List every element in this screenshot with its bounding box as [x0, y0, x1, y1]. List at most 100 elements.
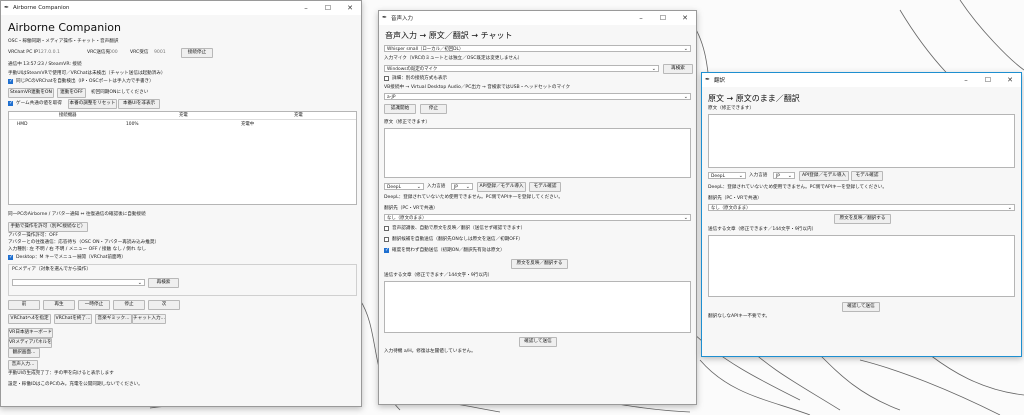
model-check-button[interactable]: モデル確認: [529, 182, 561, 192]
reset-adjust-button[interactable]: 本番の調整をリセット: [68, 99, 117, 109]
table-row[interactable]: HMD 100% 充電中: [9, 121, 356, 128]
media-target-select[interactable]: ⌄: [12, 279, 145, 286]
api-register-button[interactable]: API登録／モデル導入: [477, 182, 526, 192]
maximize-icon[interactable]: ☐: [977, 76, 999, 84]
mic-select[interactable]: Windowsの既定のマイク ⌄: [384, 65, 659, 72]
auto-send-label: 翻訳候補を自動送信（翻訳先ONなしは原文を送信／初期OFF）: [392, 237, 523, 242]
device-table: 接続機器 充電 充電 HMD 100% 充電中: [8, 111, 357, 205]
game-sync-checkbox[interactable]: [8, 100, 13, 106]
voice-heading: 音声入力 → 原文／翻訳 → チャット: [385, 31, 513, 40]
auto-send-checkbox[interactable]: [384, 237, 389, 242]
auto-reflect-checkbox[interactable]: [384, 226, 389, 231]
engine-select[interactable]: Whisper small（ローカル／初回DL） ⌄: [384, 45, 691, 52]
media-refresh-button[interactable]: 再検索: [148, 278, 179, 288]
minimize-icon[interactable]: –: [955, 76, 977, 84]
ip-label: VRChat PC IP: [8, 50, 38, 55]
translate-to-value: なし（原文のまま）: [387, 216, 427, 221]
recv-port-value[interactable]: 9001: [154, 50, 166, 56]
auto-detect-label: 同じPCのVRChatを自動検出（IP・OSCポートは手入力で手書き）: [16, 79, 154, 84]
vr-media-panel-button[interactable]: VRメディアパネルを開く: [8, 338, 52, 348]
translate-send-textarea[interactable]: [708, 235, 1015, 297]
lang-select[interactable]: a-JP ⌄: [384, 93, 691, 100]
maximize-icon[interactable]: ☐: [652, 14, 674, 22]
target-lang-select[interactable]: JP ⌄: [451, 183, 473, 190]
window-title: Airborne Companion: [13, 5, 70, 11]
close-icon[interactable]: ✕: [339, 4, 361, 12]
close-icon[interactable]: ✕: [999, 76, 1021, 84]
maximize-icon[interactable]: ☐: [317, 4, 339, 12]
table-cell: 100%: [126, 122, 139, 127]
table-cell: HMD: [17, 122, 28, 127]
minimize-icon[interactable]: –: [295, 4, 317, 12]
stop-connection-button[interactable]: 接続停止: [181, 48, 213, 58]
translate-original-label: 原文（修正できます）: [708, 106, 754, 111]
chevron-down-icon: ⌄: [738, 173, 743, 179]
confidence-send-checkbox[interactable]: [384, 247, 389, 253]
media-next-button[interactable]: 次: [148, 300, 180, 310]
ip-value[interactable]: 127.0.0.1: [38, 50, 60, 56]
manual-permit-button[interactable]: 手動で操作を許可（別PC接続など）: [8, 222, 88, 232]
footer-note-2: 設定・稼働IDはこのPCのみ。充電を公開同期しないでください。: [8, 382, 143, 387]
translate-window-title: 翻訳: [714, 78, 726, 84]
stop-recognition-button[interactable]: 停止: [420, 104, 447, 114]
music-gimmick-button[interactable]: 音楽ギミック...: [95, 314, 132, 324]
translate-screen-button[interactable]: 翻訳画面...: [8, 348, 40, 358]
chat-input-button[interactable]: チャット入力...: [132, 314, 166, 324]
auto-detect-checkbox[interactable]: [8, 78, 13, 84]
auto-reflect-label: 音声認識後、自動で原文を反映／翻訳（送信せず確認できます）: [392, 226, 526, 231]
translate-deepl-note: DeepL：登録されていないため使用できません。PC側でAPIキーを登録してくだ…: [708, 185, 887, 190]
translate-model-button[interactable]: モデル確認: [851, 171, 883, 181]
chevron-down-icon: ⌄: [137, 280, 142, 286]
app-subtitle: OSC・稼働同期・メディア操作・チャット・音声翻訳: [8, 39, 119, 44]
translate-reflect-button[interactable]: 原文を反映／翻訳する: [834, 214, 891, 224]
table-header: 接続機器 充電 充電: [9, 112, 356, 120]
minimize-icon[interactable]: –: [630, 14, 652, 22]
close-icon[interactable]: ✕: [674, 14, 696, 22]
trans-engine-select[interactable]: DeepL ⌄: [384, 183, 424, 190]
vr-keyboard-button[interactable]: VR日本語キーボードを開く: [8, 328, 53, 338]
engine-select-value: Whisper small（ローカル／初回DL）: [387, 47, 464, 52]
translate-target-select[interactable]: なし（原文のまま） ⌄: [708, 204, 1015, 211]
media-pause-button[interactable]: 一時停止: [78, 300, 110, 310]
feather-icon: ✒: [382, 14, 388, 21]
chevron-down-icon: ⌄: [683, 215, 688, 221]
sync-off-button[interactable]: 連動をOFF: [57, 88, 86, 98]
send-text-label: 送信する文章（修正できます／144文字・9行以内）: [384, 273, 493, 278]
mic-select-value: Windowsの既定のマイク: [387, 67, 438, 72]
mic-refresh-button[interactable]: 再検索: [663, 64, 693, 74]
translate-titlebar: ✒ 翻訳 – ☐ ✕: [702, 73, 1021, 87]
pc-media-group: PCメディア（対象を選んでから操作） ⌄ 再検索: [8, 264, 357, 296]
steamvr-on-button[interactable]: SteamVR連動をON: [8, 88, 54, 98]
send-port-value[interactable]: 9000: [106, 50, 118, 56]
translate-original-textarea[interactable]: [708, 114, 1015, 168]
translate-engine-select[interactable]: DeepL ⌄: [708, 172, 746, 179]
hide-ui-button[interactable]: 本番UIを非表示: [118, 99, 160, 109]
detail-checkbox[interactable]: [384, 76, 389, 81]
translate-confirm-button[interactable]: 確認して送信: [842, 302, 880, 312]
chevron-down-icon: ⌄: [651, 66, 656, 72]
media-stop-button[interactable]: 停止: [113, 300, 145, 310]
chevron-down-icon: ⌄: [416, 184, 421, 190]
media-play-button[interactable]: 再生: [43, 300, 75, 310]
send-textarea[interactable]: [384, 281, 691, 333]
desktop-menu-label: Desktop：M キーでメニュー展開（VRChat前面時）: [16, 255, 126, 260]
confirm-send-button[interactable]: 確認して送信: [519, 337, 557, 347]
translate-api-button[interactable]: API登録／モデル導入: [799, 171, 849, 181]
reflect-translate-button[interactable]: 原文を反映／翻訳する: [511, 259, 568, 269]
footer-note-1: 手動UIの生成完了了：手の甲を向けると表示します: [8, 371, 114, 376]
vrchat-assign-button[interactable]: VRChatへ4を指定: [8, 314, 51, 324]
original-textarea[interactable]: [384, 128, 691, 178]
translate-lang-select[interactable]: JP ⌄: [773, 172, 795, 179]
chevron-down-icon: ⌄: [683, 94, 688, 100]
translate-to-select[interactable]: なし（原文のまま） ⌄: [384, 214, 691, 221]
translate-send-label: 送信する文章（修正できます／144文字・9行以内）: [708, 227, 817, 232]
avatar-permission: アバター操作許可：OFF: [8, 233, 59, 238]
vb-label: VB接続中 → Virtual Desktop Audio／PC出力 → 音検索…: [384, 85, 571, 90]
status-text: 通信中 13:57:23 / SteamVR: 接続: [8, 62, 82, 67]
voice-input-button[interactable]: 音声入力...: [8, 360, 38, 370]
start-recognition-button[interactable]: 認識開始: [384, 104, 416, 114]
table-header-cell: 接続機器: [59, 113, 77, 118]
media-prev-button[interactable]: 前: [8, 300, 40, 310]
desktop-menu-checkbox[interactable]: [8, 254, 13, 260]
vrchat-quit-button[interactable]: VRChatを終了...: [54, 314, 92, 324]
